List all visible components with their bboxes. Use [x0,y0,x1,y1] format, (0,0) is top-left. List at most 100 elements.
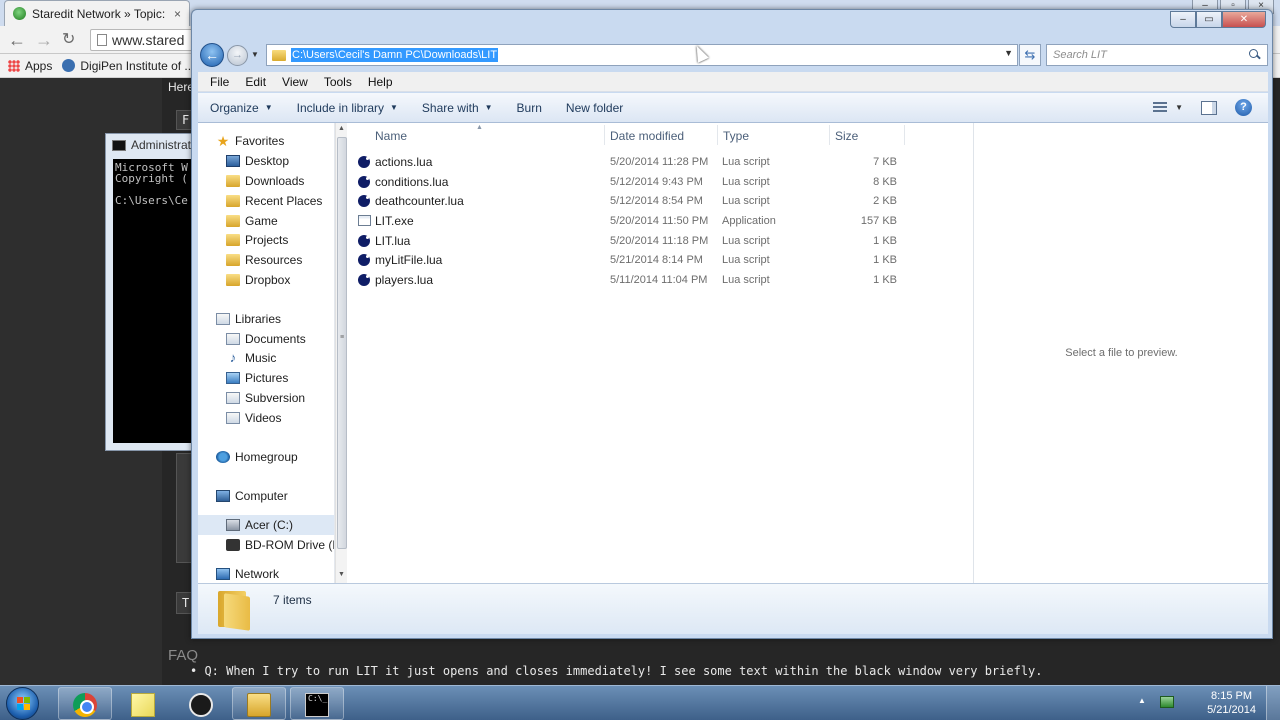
bookmark-digipen[interactable]: DigiPen Institute of ... [62,59,194,73]
taskbar: C:\_ ▲ 8:15 PM 5/21/2014 [0,685,1280,720]
column-headers: ▲ Name Date modified Type Size [348,123,973,147]
address-dropdown-icon[interactable]: ▼ [1004,48,1013,58]
file-row[interactable]: actions.lua 5/20/2014 11:28 PM Lua scrip… [358,152,898,172]
new-folder-button[interactable]: New folder [566,101,623,115]
taskbar-cmd[interactable]: C:\_ [290,687,344,720]
nav-subversion[interactable]: Subversion [198,388,334,408]
column-header-name[interactable]: Name [375,129,407,143]
preview-pane-toggle[interactable] [1201,100,1217,115]
help-icon[interactable]: ? [1235,99,1252,116]
file-type: Application [722,215,776,227]
close-button[interactable]: ✕ [1222,11,1266,28]
nav-label: Game [245,214,278,228]
file-row[interactable]: LIT.exe 5/20/2014 11:50 PM Application 1… [358,211,898,231]
minimize-button[interactable]: – [1170,11,1196,28]
nav-videos[interactable]: Videos [198,408,334,428]
address-bar[interactable]: C:\Users\Cecil's Damn PC\Downloads\LIT ▼ [266,44,1018,66]
windows-logo-icon [17,697,30,710]
browser-reload-icon[interactable]: ↻ [62,30,75,50]
file-row[interactable]: deathcounter.lua 5/12/2014 8:54 PM Lua s… [358,191,898,211]
maximize-button[interactable]: ▭ [1196,11,1222,28]
taskbar-chrome[interactable] [58,687,112,720]
nav-music[interactable]: ♪ Music [198,348,334,368]
cmd-icon: C:\_ [305,693,329,717]
column-divider[interactable] [604,125,605,145]
forward-button[interactable]: → [227,45,248,66]
file-row[interactable]: LIT.lua 5/20/2014 11:18 PM Lua script 1 … [358,231,898,251]
nav-homegroup[interactable]: Homegroup [198,447,334,467]
nav-libraries[interactable]: Libraries [198,309,334,329]
show-desktop-button[interactable] [1266,686,1280,720]
change-view-button[interactable]: ▼ [1153,101,1183,114]
nav-resources[interactable]: Resources [198,250,334,270]
chevron-down-icon: ▼ [390,103,398,112]
menu-edit[interactable]: Edit [245,75,266,89]
nav-documents[interactable]: Documents [198,329,334,349]
column-divider[interactable] [829,125,830,145]
recent-pages-dropdown[interactable]: ▼ [251,50,259,59]
nav-network[interactable]: Network [198,564,334,583]
burn-button[interactable]: Burn [517,101,542,115]
search-input[interactable] [1053,49,1247,61]
scroll-down-icon[interactable]: ▼ [338,571,345,578]
nav-acer-c[interactable]: Acer (C:) [198,515,334,535]
share-with-button[interactable]: Share with ▼ [422,101,493,115]
file-row[interactable]: conditions.lua 5/12/2014 9:43 PM Lua scr… [358,172,898,192]
menu-help[interactable]: Help [368,75,393,89]
file-row[interactable]: players.lua 5/11/2014 11:04 PM Lua scrip… [358,270,898,290]
pictures-icon [226,372,240,384]
browser-address-bar[interactable]: www.stared [90,29,200,51]
taskbar-obs[interactable] [174,687,228,720]
include-in-library-button[interactable]: Include in library ▼ [297,101,398,115]
network-status-icon[interactable] [1160,696,1174,708]
console-window[interactable]: Administrat Microsoft W Copyright ( C:\U… [105,133,205,451]
browser-back-icon[interactable]: ← [8,30,26,50]
menu-file[interactable]: File [210,75,229,89]
nav-scroll-thumb[interactable]: ≡ [337,137,347,549]
browser-forward-icon[interactable]: → [35,30,53,50]
column-header-size[interactable]: Size [835,129,858,143]
nav-desktop[interactable]: Desktop [198,151,334,171]
organize-button[interactable]: Organize ▼ [210,101,273,115]
file-date: 5/11/2014 11:04 PM [610,274,708,286]
music-icon: ♪ [229,350,237,365]
browser-tab[interactable]: Staredit Network » Topic: × [4,0,190,26]
file-row[interactable]: myLitFile.lua 5/21/2014 8:14 PM Lua scri… [358,250,898,270]
nav-game[interactable]: Game [198,211,334,231]
show-hidden-icons-icon[interactable]: ▲ [1138,696,1146,705]
search-box[interactable] [1046,44,1268,66]
nav-pictures[interactable]: Pictures [198,368,334,388]
taskbar-explorer[interactable] [232,687,286,720]
taskbar-sticky-notes[interactable] [116,687,170,720]
bookmark-apps[interactable]: Apps [8,59,52,73]
address-path[interactable]: C:\Users\Cecil's Damn PC\Downloads\LIT [291,48,499,62]
nav-favorites[interactable]: ★ Favorites [198,131,334,151]
nav-recent-places[interactable]: Recent Places [198,191,334,211]
column-divider[interactable] [904,125,905,145]
column-header-type[interactable]: Type [723,129,749,143]
nav-dropbox[interactable]: Dropbox [198,270,334,290]
nav-label: Music [245,351,277,365]
nav-computer[interactable]: Computer [198,486,334,506]
file-size: 8 KB [873,176,897,188]
clock[interactable]: 8:15 PM 5/21/2014 [1207,689,1256,717]
back-button[interactable]: ← [200,43,224,67]
nav-projects[interactable]: Projects [198,230,334,250]
nav-label: Libraries [235,312,282,326]
search-icon[interactable] [1247,47,1263,63]
folder-icon [226,175,240,187]
column-header-date[interactable]: Date modified [610,129,684,143]
console-icon [112,139,126,151]
nav-downloads[interactable]: Downloads [198,171,334,191]
file-name: LIT.exe [375,214,414,228]
nav-bd-rom[interactable]: BD-ROM Drive (E [198,535,334,555]
menu-tools[interactable]: Tools [324,75,352,89]
start-button[interactable] [6,687,39,720]
file-date: 5/20/2014 11:50 PM [610,215,709,227]
tab-close-icon[interactable]: × [174,7,181,21]
scroll-up-icon[interactable]: ▲ [338,125,345,132]
refresh-button[interactable]: ⇆ [1019,44,1041,66]
nav-scrollbar[interactable]: ▲ ≡ ▼ [335,123,347,583]
column-divider[interactable] [717,125,718,145]
menu-view[interactable]: View [282,75,308,89]
